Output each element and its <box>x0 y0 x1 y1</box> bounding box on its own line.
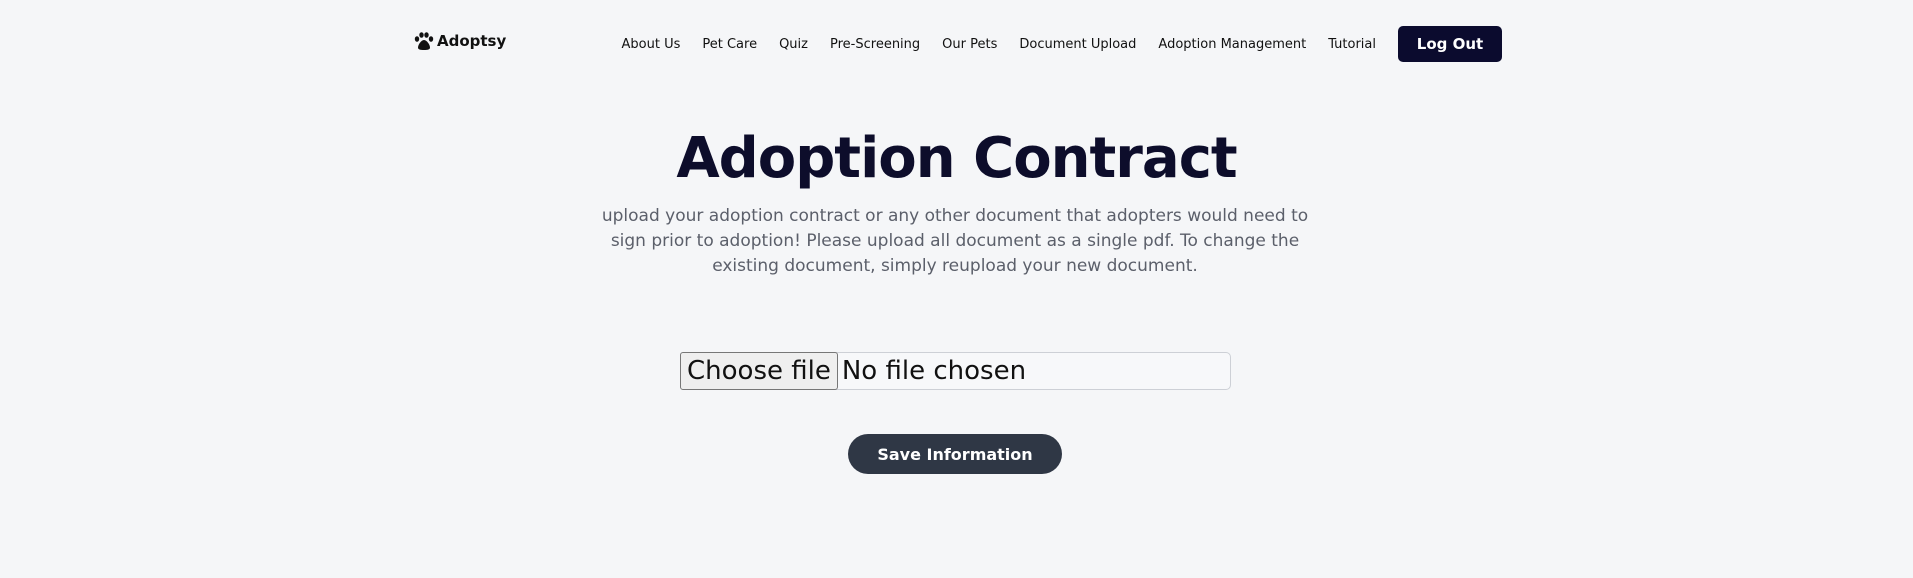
nav-document-upload[interactable]: Document Upload <box>1019 37 1136 52</box>
file-status: No file chosen <box>841 356 1027 386</box>
logout-button[interactable]: Log Out <box>1398 26 1502 62</box>
file-input[interactable]: Choose file No file chosen <box>680 352 1231 390</box>
choose-file-button[interactable]: Choose file <box>680 352 838 390</box>
page-title: Adoption Contract <box>676 126 1237 191</box>
brand-name: Adoptsy <box>437 32 507 50</box>
nav-pet-care[interactable]: Pet Care <box>702 37 757 52</box>
nav-tutorial[interactable]: Tutorial <box>1328 37 1376 52</box>
page-description: upload your adoption contract or any oth… <box>601 206 1309 276</box>
main-nav: About Us Pet Care Quiz Pre-Screening Our… <box>622 26 1502 62</box>
nav-quiz[interactable]: Quiz <box>779 37 808 52</box>
nav-adoption-management[interactable]: Adoption Management <box>1158 37 1306 52</box>
save-information-button[interactable]: Save Information <box>848 434 1062 474</box>
brand-logo[interactable]: Adoptsy <box>414 32 506 50</box>
paw-icon <box>414 32 434 50</box>
nav-about-us[interactable]: About Us <box>622 37 681 52</box>
nav-our-pets[interactable]: Our Pets <box>942 37 997 52</box>
nav-pre-screening[interactable]: Pre-Screening <box>830 37 920 52</box>
